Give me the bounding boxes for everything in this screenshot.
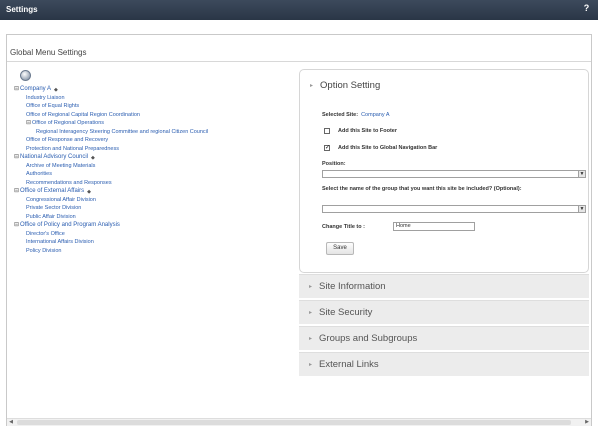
tree-item-label[interactable]: Office of External Affairs (20, 188, 84, 194)
pin-icon: ◆ (91, 154, 95, 161)
tree-item[interactable]: Office of Equal Rights (26, 102, 79, 110)
globe-icon[interactable] (20, 70, 31, 81)
position-select[interactable]: ▼ (322, 170, 586, 178)
pin-icon: ◆ (87, 188, 92, 195)
tree-item-label[interactable]: Office of Regional Capital Region Coordi… (26, 112, 140, 118)
tree-item-label[interactable]: Office of Regional Operations (32, 120, 104, 126)
window-titlebar: Settings ? (0, 0, 598, 20)
tree-item-label[interactable]: Office of Equal Rights (26, 103, 79, 109)
divider (7, 61, 591, 62)
footer-checkbox[interactable] (324, 128, 330, 134)
tree-item[interactable]: ⊟Company A ◆ (14, 85, 60, 93)
site-security-section[interactable]: ▸ Site Security (299, 300, 589, 324)
pin-icon: ◆ (54, 86, 58, 93)
tree-item-label[interactable]: Congressional Affair Division (26, 197, 96, 203)
external-links-section[interactable]: ▸ External Links (299, 352, 589, 376)
help-icon[interactable]: ? (582, 3, 591, 15)
tree-item[interactable]: Private Sector Division (26, 204, 81, 212)
window-title: Settings (6, 5, 38, 14)
global-nav-checkbox-label: Add this Site to Global Navigation Bar (338, 145, 438, 151)
position-label: Position: (322, 161, 346, 167)
horizontal-scrollbar[interactable]: ◀ ▶ (7, 418, 591, 426)
tree-item-label[interactable]: Authorities (26, 171, 52, 177)
tree-item-label[interactable]: Public Affair Division (26, 214, 76, 220)
group-select[interactable]: ▼ (322, 205, 586, 213)
settings-area: ▸ Option Setting Selected Site: Company A … (299, 69, 589, 377)
tree-item-label[interactable]: International Affairs Division (26, 239, 94, 245)
tree-item[interactable]: ⊟Office of External Affairs ◆ (14, 187, 93, 195)
tree-item-label[interactable]: Private Sector Division (26, 205, 81, 211)
panel-title: Global Menu Settings (10, 48, 87, 57)
tree-item-label[interactable]: Policy Division (26, 248, 61, 254)
tree-item[interactable]: ⊟Office of Policy and Program Analysis (14, 221, 120, 229)
tree-item-label[interactable]: Protection and National Preparedness (26, 146, 119, 152)
dropdown-arrow-icon: ▼ (578, 171, 585, 177)
option-setting-header[interactable]: ▸ Option Setting (310, 80, 380, 91)
tree-item-label[interactable]: Company A (20, 86, 51, 92)
tree-item[interactable]: Industry Liaison (26, 94, 65, 102)
tree-item-label[interactable]: Archive of Meeting Materials (26, 163, 95, 169)
scroll-right-icon[interactable]: ▶ (583, 419, 591, 426)
tree-item-label[interactable]: National Advisory Council (20, 154, 88, 160)
global-nav-checkbox[interactable]: ✓ (324, 145, 330, 151)
tree-item[interactable]: Recommendations and Responses (26, 179, 112, 187)
selected-site-row: Selected Site: Company A (322, 112, 390, 118)
chevron-icon: ▸ (309, 335, 313, 342)
tree-item-label[interactable]: Director's Office (26, 231, 65, 237)
tree-item[interactable]: Archive of Meeting Materials (26, 162, 95, 170)
group-label: Select the name of the group that you wa… (322, 186, 522, 192)
tree-item[interactable]: Policy Division (26, 247, 61, 255)
tree-item-label[interactable]: Recommendations and Responses (26, 180, 112, 186)
scroll-thumb[interactable] (17, 420, 571, 425)
tree-item[interactable]: Regional Interagency Steering Committee … (36, 128, 208, 136)
change-title-label: Change Title to : (322, 224, 365, 230)
site-information-section[interactable]: ▸ Site Information (299, 274, 589, 298)
tree-item-label[interactable]: Industry Liaison (26, 95, 65, 101)
groups-subgroups-section[interactable]: ▸ Groups and Subgroups (299, 326, 589, 350)
change-title-input[interactable]: Home (393, 222, 475, 231)
dropdown-arrow-icon: ▼ (578, 206, 585, 212)
footer-checkbox-label: Add this Site to Footer (338, 128, 397, 134)
scroll-left-icon[interactable]: ◀ (7, 419, 15, 426)
chevron-icon: ▸ (309, 283, 313, 290)
selected-site-value: Company A (361, 112, 390, 118)
tree-item[interactable]: Public Affair Division (26, 213, 76, 221)
chevron-icon: ▸ (310, 82, 314, 89)
checkmark-icon: ✓ (325, 145, 331, 151)
tree-item[interactable]: ⊟National Advisory Council ◆ (14, 153, 97, 161)
tree-item[interactable]: Authorities (26, 170, 52, 178)
chevron-icon: ▸ (309, 361, 313, 368)
option-setting-panel: ▸ Option Setting Selected Site: Company A … (299, 69, 589, 273)
tree-item[interactable]: ⊟Office of Regional Operations (26, 119, 104, 127)
tree-item[interactable]: Office of Regional Capital Region Coordi… (26, 111, 140, 119)
save-button[interactable]: Save (326, 242, 354, 255)
tree-item[interactable]: Protection and National Preparedness (26, 145, 119, 153)
tree-item-label[interactable]: Office of Response and Recovery (26, 137, 108, 143)
tree-item[interactable]: International Affairs Division (26, 238, 94, 246)
tree-item[interactable]: Congressional Affair Division (26, 196, 96, 204)
chevron-icon: ▸ (309, 309, 313, 316)
tree-item-label[interactable]: Office of Policy and Program Analysis (20, 222, 120, 228)
tree-item-label[interactable]: Regional Interagency Steering Committee … (36, 129, 208, 135)
tree-item[interactable]: Director's Office (26, 230, 65, 238)
tree-item[interactable]: Office of Response and Recovery (26, 136, 108, 144)
